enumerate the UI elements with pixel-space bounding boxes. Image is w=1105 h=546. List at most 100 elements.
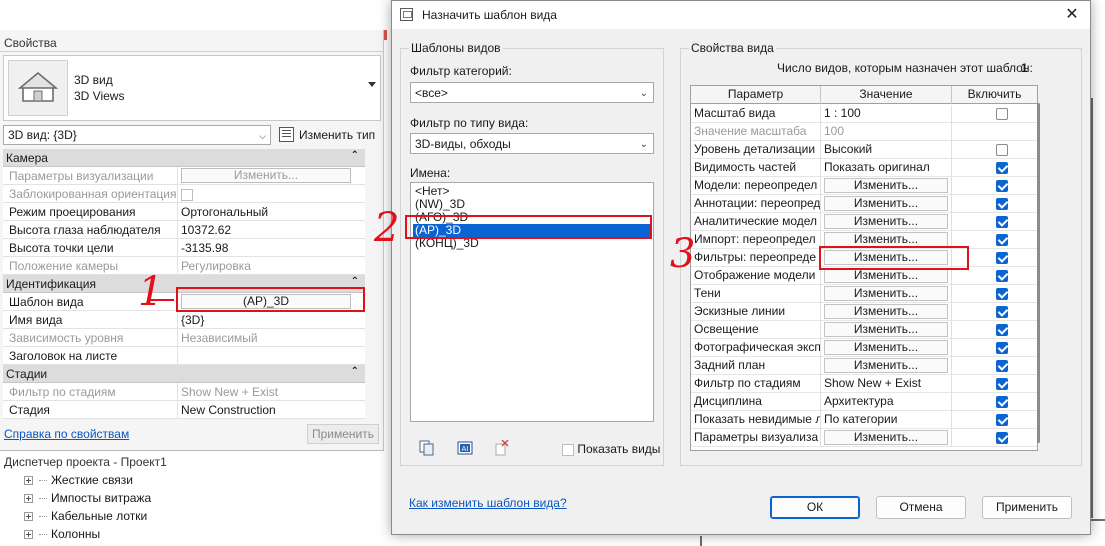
include-checkbox[interactable]: [996, 306, 1008, 318]
table-row[interactable]: Аннотации: переопред Изменить...: [691, 195, 1037, 213]
table-row[interactable]: Показать невидимые л По категории: [691, 411, 1037, 429]
table-row[interactable]: Освещение Изменить...: [691, 321, 1037, 339]
value-cell[interactable]: Изменить...: [821, 429, 952, 447]
column-header-include[interactable]: Включить: [952, 86, 1037, 104]
include-checkbox[interactable]: [996, 270, 1008, 282]
table-row[interactable]: Фильтр по стадиям Show New + Exist: [691, 375, 1037, 393]
collapse-icon[interactable]: ⌃: [351, 150, 359, 161]
include-checkbox[interactable]: [996, 180, 1008, 192]
include-checkbox[interactable]: [996, 252, 1008, 264]
include-checkbox[interactable]: [996, 360, 1008, 372]
value-cell[interactable]: 1 : 100: [821, 105, 952, 123]
include-checkbox[interactable]: [996, 414, 1008, 426]
instance-filter-select[interactable]: 3D вид: {3D} ⌵: [3, 125, 271, 145]
column-header-parameter[interactable]: Параметр: [691, 86, 821, 104]
apply-button[interactable]: Применить: [982, 496, 1072, 519]
value-cell[interactable]: Изменить...: [821, 321, 952, 339]
rename-icon[interactable]: AI: [457, 440, 473, 456]
group-camera[interactable]: Камера ⌃: [3, 149, 365, 167]
include-checkbox[interactable]: [996, 198, 1008, 210]
browser-item[interactable]: Импосты витража: [24, 491, 151, 509]
value-cell[interactable]: Изменить...: [821, 357, 952, 375]
table-row[interactable]: Тени Изменить...: [691, 285, 1037, 303]
table-row[interactable]: Модели: переопредел Изменить...: [691, 177, 1037, 195]
property-value[interactable]: Ортогональный: [177, 203, 365, 221]
include-checkbox[interactable]: [996, 288, 1008, 300]
locked-orientation-checkbox[interactable]: [181, 188, 193, 201]
include-checkbox[interactable]: [996, 108, 1008, 120]
value-cell[interactable]: По категории: [821, 411, 952, 429]
expand-icon[interactable]: [24, 494, 33, 504]
duplicate-icon[interactable]: [419, 440, 435, 456]
value-cell[interactable]: Архитектура: [821, 393, 952, 411]
delete-icon[interactable]: [493, 439, 509, 456]
property-value[interactable]: {3D}: [177, 311, 365, 329]
edit-button[interactable]: Изменить...: [824, 358, 948, 373]
browser-item[interactable]: Кабельные лотки: [24, 509, 147, 527]
browser-item[interactable]: Колонны: [24, 527, 100, 545]
include-checkbox[interactable]: [996, 432, 1008, 444]
scrollbar-thumb[interactable]: [1037, 103, 1040, 443]
edit-type-button[interactable]: Изменить тип: [299, 128, 375, 142]
collapse-icon[interactable]: ⌃: [351, 366, 359, 377]
edit-button[interactable]: Изменить...: [824, 214, 948, 229]
table-row[interactable]: Аналитические модел Изменить...: [691, 213, 1037, 231]
close-icon[interactable]: ✕: [1062, 5, 1082, 25]
value-cell[interactable]: Изменить...: [821, 177, 952, 195]
edit-button[interactable]: Изменить...: [824, 232, 948, 247]
value-cell[interactable]: Изменить...: [821, 303, 952, 321]
include-checkbox[interactable]: [996, 342, 1008, 354]
include-checkbox[interactable]: [996, 216, 1008, 228]
view-type-filter-select[interactable]: 3D-виды, обходы ⌄: [410, 133, 654, 154]
value-cell[interactable]: Изменить...: [821, 195, 952, 213]
how-to-change-template-link[interactable]: Как изменить шаблон вида?: [409, 496, 567, 510]
edit-button[interactable]: Изменить...: [824, 286, 948, 301]
include-checkbox[interactable]: [996, 378, 1008, 390]
include-checkbox[interactable]: [996, 324, 1008, 336]
include-checkbox[interactable]: [996, 144, 1008, 156]
edit-button[interactable]: Изменить...: [824, 340, 948, 355]
show-views-checkbox[interactable]: [562, 443, 574, 456]
value-cell[interactable]: Изменить...: [821, 213, 952, 231]
table-row[interactable]: Эскизные линии Изменить...: [691, 303, 1037, 321]
property-value[interactable]: 10372.62: [177, 221, 365, 239]
value-cell[interactable]: Высокий: [821, 141, 952, 159]
column-header-value[interactable]: Значение: [821, 86, 952, 104]
include-checkbox[interactable]: [996, 234, 1008, 246]
expand-icon[interactable]: [24, 476, 33, 486]
include-checkbox[interactable]: [996, 396, 1008, 408]
edit-button[interactable]: Изменить...: [824, 268, 948, 283]
browser-item[interactable]: Жесткие связи: [24, 473, 133, 491]
expand-icon[interactable]: [24, 512, 33, 522]
table-row[interactable]: Дисциплина Архитектура: [691, 393, 1037, 411]
properties-apply-button[interactable]: Применить: [307, 424, 379, 444]
edit-button[interactable]: Изменить...: [824, 196, 948, 211]
properties-help-link[interactable]: Справка по свойствам: [4, 427, 129, 441]
edit-type-icon[interactable]: [279, 127, 294, 142]
table-row[interactable]: Параметры визуализа Изменить...: [691, 429, 1037, 447]
edit-button[interactable]: Изменить...: [824, 304, 948, 319]
category-filter-select[interactable]: <все> ⌄: [410, 82, 654, 103]
show-views-toggle[interactable]: Показать виды: [562, 442, 660, 456]
table-row[interactable]: Уровень детализации Высокий: [691, 141, 1037, 159]
visualization-edit-button[interactable]: Изменить...: [181, 168, 351, 183]
edit-button[interactable]: Изменить...: [824, 178, 948, 193]
type-selector[interactable]: 3D вид 3D Views: [3, 55, 381, 121]
edit-button[interactable]: Изменить...: [824, 430, 948, 445]
table-row[interactable]: Видимость частей Показать оригинал: [691, 159, 1037, 177]
property-value[interactable]: New Construction: [177, 401, 365, 419]
include-checkbox[interactable]: [996, 162, 1008, 174]
edit-button[interactable]: Изменить...: [824, 322, 948, 337]
collapse-icon[interactable]: ⌃: [351, 276, 359, 287]
property-value[interactable]: [177, 347, 365, 365]
table-row[interactable]: Масштаб вида 1 : 100: [691, 105, 1037, 123]
value-cell[interactable]: Изменить...: [821, 285, 952, 303]
property-value[interactable]: -3135.98: [177, 239, 365, 257]
value-cell[interactable]: Show New + Exist: [821, 375, 952, 393]
expand-icon[interactable]: [24, 530, 33, 540]
table-row[interactable]: Задний план Изменить...: [691, 357, 1037, 375]
value-cell[interactable]: Изменить...: [821, 339, 952, 357]
table-row[interactable]: Значение масштаба 100: [691, 123, 1037, 141]
table-scrollbar[interactable]: [1035, 101, 1043, 451]
ok-button[interactable]: ОК: [770, 496, 860, 519]
